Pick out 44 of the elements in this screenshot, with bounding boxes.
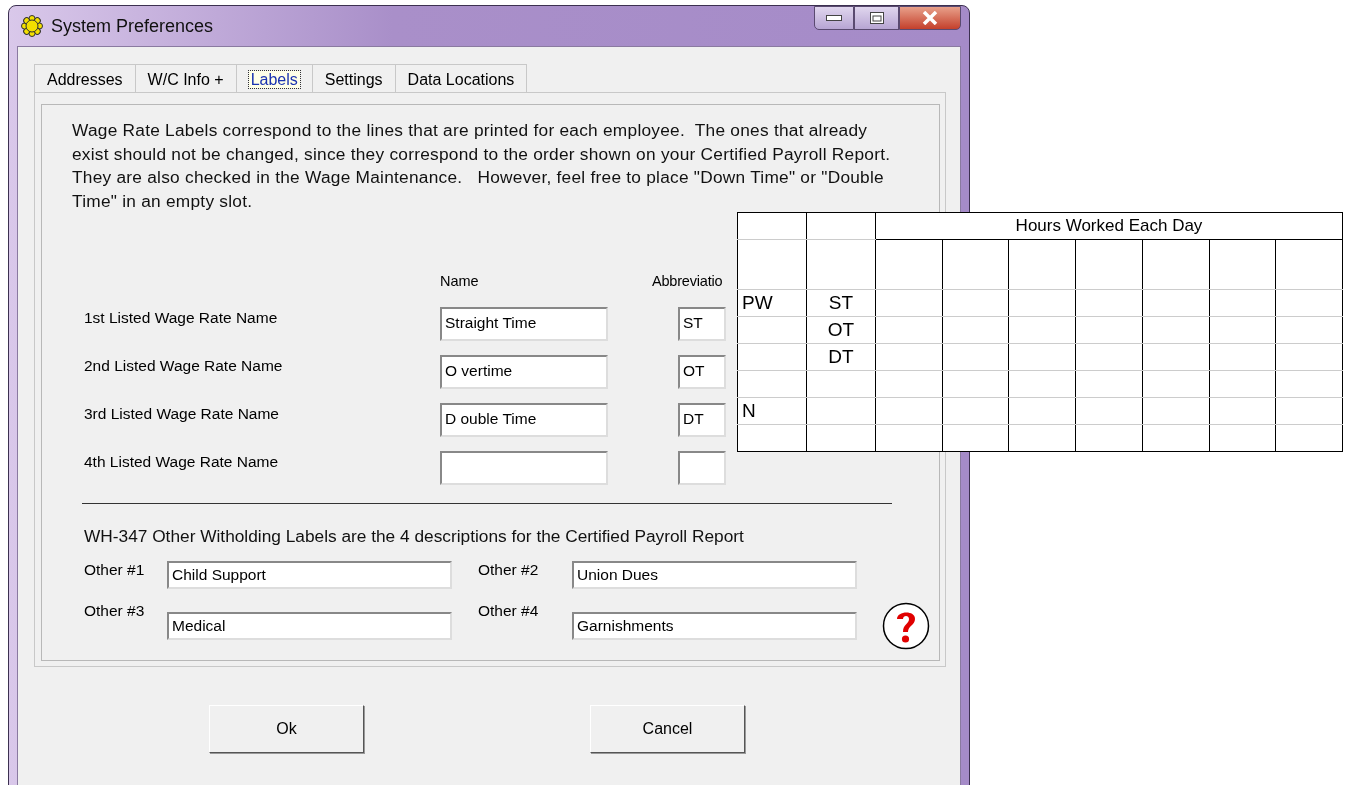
- name-field[interactable]: D ouble Time: [440, 403, 608, 437]
- sheet-cell: PW: [737, 289, 807, 317]
- name-field[interactable]: Straight Time: [440, 307, 608, 341]
- text-field[interactable]: Garnishments: [572, 612, 857, 640]
- text-field[interactable]: Child Support: [167, 561, 452, 589]
- section-heading: WH-347 Other Witholding Labels are the 4 descriptions for the Certified Payroll Report: [84, 526, 745, 547]
- tab[interactable]: Labels: [235, 64, 313, 92]
- dialog-button[interactable]: Ok: [209, 705, 364, 753]
- sheet-cell: ST: [806, 289, 876, 317]
- abbreviation-field[interactable]: DT: [678, 403, 726, 437]
- sheet-cell: DT: [806, 343, 876, 371]
- column-header: Name: [440, 273, 480, 291]
- maximize-button[interactable]: [854, 6, 899, 30]
- minimize-icon: [826, 15, 842, 21]
- tab[interactable]: Data Locations: [394, 64, 528, 92]
- text-field[interactable]: Medical: [167, 612, 452, 640]
- name-field[interactable]: [440, 451, 608, 485]
- name-field[interactable]: O vertime: [440, 355, 608, 389]
- help-icon[interactable]: [882, 602, 930, 650]
- column-header: Abbreviatio: [652, 273, 724, 291]
- sheet-cell: OT: [806, 316, 876, 344]
- field-label: Other #4: [478, 602, 540, 620]
- abbreviation-field[interactable]: ST: [678, 307, 726, 341]
- window-title: System Preferences: [51, 15, 214, 37]
- text-field[interactable]: Union Dues: [572, 561, 857, 589]
- close-button[interactable]: [899, 6, 961, 30]
- sheet-header: Hours Worked Each Day: [875, 212, 1343, 240]
- field-label: 2nd Listed Wage Rate Name: [84, 356, 284, 375]
- field-label: 1st Listed Wage Rate Name: [84, 308, 279, 327]
- field-label: Other #1: [84, 561, 146, 579]
- maximize-icon: [869, 12, 884, 24]
- minimize-button[interactable]: [814, 6, 854, 30]
- close-icon: [922, 11, 938, 25]
- sheet-cell: N: [737, 397, 807, 425]
- abbreviation-field[interactable]: [678, 451, 726, 485]
- tab[interactable]: Addresses: [34, 64, 136, 92]
- field-label: 4th Listed Wage Rate Name: [84, 452, 280, 471]
- abbreviation-field[interactable]: OT: [678, 355, 726, 389]
- dialog-button[interactable]: Cancel: [590, 705, 745, 753]
- field-label: Other #3: [84, 602, 146, 620]
- intro-text: Wage Rate Labels correspond to the lines that are printed for each employee. The ones that already exist should not be changed, since they correspond to the order shown on your Certified Payroll Report. They are also checked in the Wage Maintenance. However, feel free to place "Down Time" or "Double Time" in an empty slot.: [72, 119, 892, 213]
- field-label: Other #2: [478, 561, 540, 579]
- sun-icon: [21, 15, 43, 37]
- field-label: 3rd Listed Wage Rate Name: [84, 404, 280, 423]
